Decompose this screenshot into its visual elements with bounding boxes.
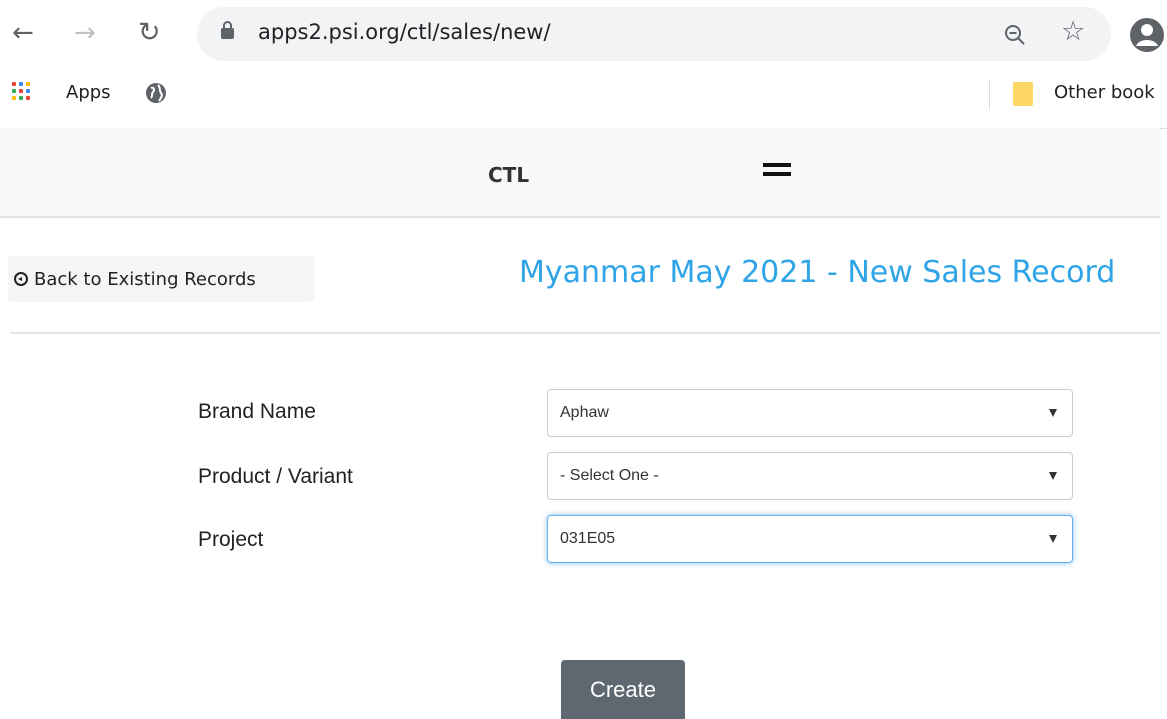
chevron-down-icon	[1049, 535, 1057, 543]
lock-icon[interactable]	[221, 21, 234, 39]
globe-icon[interactable]	[145, 82, 167, 104]
product-variant-select[interactable]: - Select One -	[547, 452, 1073, 500]
product-variant-label: Product / Variant	[198, 465, 353, 488]
folder-icon[interactable]	[1013, 82, 1033, 106]
reload-icon[interactable]: ↻	[138, 19, 161, 46]
brand-name-value: Aphaw	[560, 404, 609, 421]
profile-avatar-icon[interactable]	[1128, 16, 1167, 54]
bookmark-star-icon[interactable]: ☆	[1061, 18, 1085, 45]
apps-bookmark-label[interactable]: Apps	[66, 82, 111, 103]
other-bookmarks-label[interactable]: Other book	[1054, 82, 1155, 103]
chevron-down-icon	[1049, 472, 1057, 480]
brand-name-label: Brand Name	[198, 400, 316, 423]
page-title: Myanmar May 2021 - New Sales Record	[519, 255, 1116, 290]
chevron-down-icon	[1049, 409, 1057, 417]
bookmarks-separator	[989, 80, 990, 110]
section-divider	[10, 332, 1160, 334]
back-to-records-button[interactable]: Back to Existing Records	[8, 256, 314, 302]
url-text[interactable]: apps2.psi.org/ctl/sales/new/	[258, 20, 551, 44]
zoom-icon[interactable]	[1004, 24, 1026, 46]
bookmarks-bar	[0, 74, 1167, 129]
project-value: 031E05	[560, 530, 616, 547]
back-arrow-icon[interactable]: ←	[12, 20, 34, 46]
circle-arrow-left-icon	[14, 272, 28, 286]
apps-grid-icon[interactable]	[12, 82, 34, 104]
forward-arrow-icon[interactable]: →	[74, 20, 96, 46]
menu-icon[interactable]	[763, 163, 791, 181]
project-label: Project	[198, 528, 264, 551]
brand-name-select[interactable]: Aphaw	[547, 389, 1073, 437]
create-button[interactable]: Create	[561, 660, 685, 719]
back-button-label: Back to Existing Records	[34, 268, 256, 290]
site-brand[interactable]: CTL	[488, 163, 529, 187]
project-select[interactable]: 031E05	[547, 515, 1073, 563]
product-variant-value: - Select One -	[560, 467, 659, 484]
site-navbar	[0, 128, 1160, 218]
